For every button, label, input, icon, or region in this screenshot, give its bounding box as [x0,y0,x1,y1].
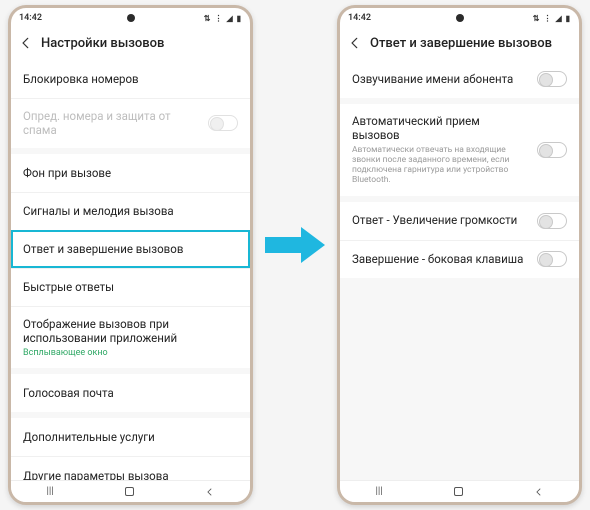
label: Другие параметры вызова [23,469,238,480]
sublabel: Всплывающее окно [23,348,238,359]
nav-recents-icon[interactable]: ||| [375,486,382,497]
phone-left: 14:42 ⇅ ⋮ ◢ ▮ Настройки вызовов Блокиров… [8,5,253,505]
row-auto-answer[interactable]: Автоматический прием вызовов Автоматичес… [340,104,579,196]
row-call-background[interactable]: Фон при вызове [11,154,250,192]
row-announce-caller[interactable]: Озвучивание имени абонента [340,60,579,98]
status-time: 14:42 [348,13,371,23]
row-ringtones[interactable]: Сигналы и мелодия вызова [11,192,250,230]
row-call-display[interactable]: Отображение вызовов при использовании пр… [11,306,250,369]
back-icon[interactable] [346,34,364,52]
label: Отображение вызовов при использовании пр… [23,317,238,346]
label: Дополнительные услуги [23,430,238,444]
toggle-auto-answer[interactable] [537,142,567,158]
row-voicemail[interactable]: Голосовая почта [11,374,250,412]
front-camera [127,14,135,22]
toggle-announce[interactable] [537,71,567,87]
label: Автоматический прием вызовов [352,114,529,143]
row-block-numbers[interactable]: Блокировка номеров [11,60,250,98]
toggle-side-key[interactable] [537,251,567,267]
nav-back-icon[interactable] [205,487,215,497]
row-answer-end-calls[interactable]: Ответ и завершение вызовов [11,230,250,268]
settings-list[interactable]: Блокировка номеров Опред. номера и защит… [11,60,250,480]
title-bar: Ответ и завершение вызовов [340,28,579,60]
label: Ответ и завершение вызовов [23,242,238,256]
label: Фон при вызове [23,166,238,180]
nav-recents-icon[interactable]: ||| [46,486,53,497]
arrow-icon [263,225,327,265]
row-end-side-key[interactable]: Завершение - боковая клавиша [340,240,579,278]
toggle-volume-up[interactable] [537,213,567,229]
front-camera [456,14,464,22]
label: Ответ - Увеличение громкости [352,213,529,227]
nav-bar: ||| [340,480,579,502]
status-time: 14:42 [19,13,42,23]
toggle-spam [208,115,238,131]
label: Завершение - боковая клавиша [352,252,529,266]
label: Опред. номера и защита от спама [23,109,200,138]
nav-back-icon[interactable] [534,487,544,497]
label: Сигналы и мелодия вызова [23,204,238,218]
settings-list[interactable]: Озвучивание имени абонента Автоматически… [340,60,579,480]
page-title: Ответ и завершение вызовов [370,36,552,51]
row-other-params[interactable]: Другие параметры вызова [11,456,250,480]
label: Быстрые ответы [23,280,238,294]
title-bar: Настройки вызовов [11,28,250,60]
nav-home-icon[interactable] [125,487,134,496]
nav-home-icon[interactable] [454,487,463,496]
label: Блокировка номеров [23,72,238,86]
label: Озвучивание имени абонента [352,72,529,86]
row-extra-services[interactable]: Дополнительные услуги [11,418,250,456]
sublabel: Автоматически отвечать на входящие звонк… [352,145,529,186]
row-spam-protection: Опред. номера и защита от спама [11,98,250,148]
status-icons: ⇅ ⋮ ◢ ▮ [204,14,242,23]
status-icons: ⇅ ⋮ ◢ ▮ [533,14,571,23]
row-quick-replies[interactable]: Быстрые ответы [11,268,250,306]
back-icon[interactable] [17,34,35,52]
page-title: Настройки вызовов [41,36,164,51]
row-answer-volume-up[interactable]: Ответ - Увеличение громкости [340,202,579,240]
label: Голосовая почта [23,386,238,400]
phone-right: 14:42 ⇅ ⋮ ◢ ▮ Ответ и завершение вызовов… [337,5,582,505]
nav-bar: ||| [11,480,250,502]
